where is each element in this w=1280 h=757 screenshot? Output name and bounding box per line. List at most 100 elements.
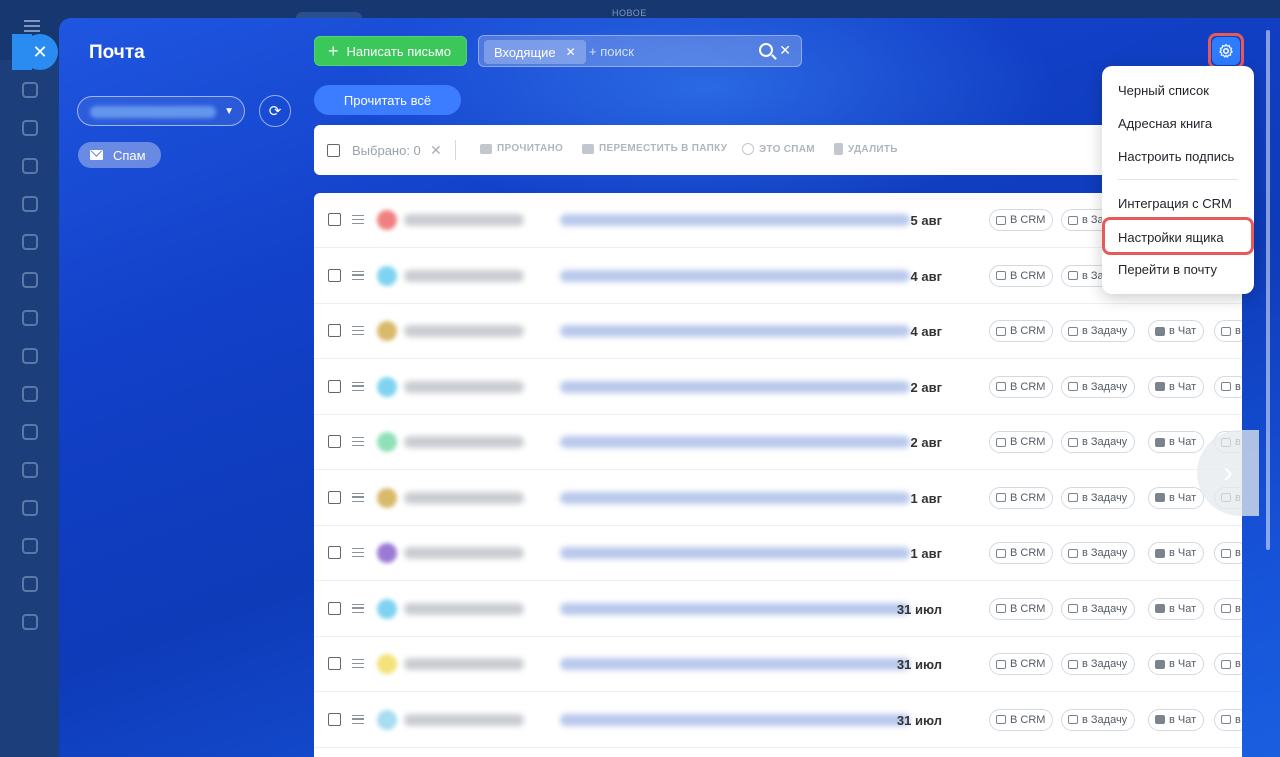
to-task-label: в Задачу [1082,602,1128,615]
to-crm-button[interactable]: В CRM [989,320,1054,342]
scrollbar[interactable] [1266,30,1270,550]
to-chat-button[interactable]: в Чат [1148,320,1205,342]
clear-selection-icon[interactable]: ✕ [430,142,442,159]
to-crm-button[interactable]: В CRM [989,209,1054,231]
to-crm-button[interactable]: В CRM [989,542,1054,564]
settings-button[interactable] [1212,37,1240,65]
to-chat-label: в Чат [1169,325,1197,337]
to-task-button[interactable]: в Задачу [1061,431,1136,453]
table-row[interactable]: 1 авгВ CRMв Задачув Чатв [314,471,1242,526]
folder-spam[interactable]: Спам [78,142,161,168]
to-task-label: в Задачу [1082,491,1128,504]
table-row[interactable]: 31 июл В CRM в Задачу в Чат в [314,582,1242,637]
more-action-button[interactable]: в [1214,708,1242,731]
menu-item-signature[interactable]: Настроить подпись [1118,149,1234,164]
row-checkbox[interactable] [328,324,341,337]
drag-handle-icon[interactable] [352,603,364,613]
drag-handle-icon[interactable] [352,326,364,335]
search-input[interactable]: + поиск [589,44,634,59]
close-icon[interactable]: ✕ [566,45,576,59]
task-icon [1068,271,1078,280]
refresh-button[interactable]: ⟳ [259,95,291,127]
table-row[interactable]: 31 июл В CRM в Задачу в Чат в [314,637,1242,692]
to-crm-button[interactable]: В CRM [989,486,1054,509]
menu-item-go-to-mail[interactable]: Перейти в почту [1118,262,1217,277]
more-action-label: в [1235,325,1241,337]
to-task-button[interactable]: в Задачу [1061,597,1136,620]
search-icon[interactable] [759,43,773,57]
to-chat-button[interactable]: в Чат [1148,708,1205,731]
delete-label: УДАЛИТЬ [848,143,898,155]
drag-handle-icon[interactable] [352,659,364,668]
to-chat-button[interactable]: в Чат [1148,542,1205,564]
row-checkbox[interactable] [328,657,341,670]
drag-handle-icon[interactable] [352,548,364,557]
compose-button[interactable]: + Написать письмо [314,36,467,66]
row-checkbox[interactable] [328,435,341,448]
search-box[interactable]: Входящие ✕ + поиск ✕ [478,35,802,67]
to-chat-button[interactable]: в Чат [1148,597,1205,620]
move-to-folder-action[interactable]: ПЕРЕМЕСТИТЬ В ПАПКУ [582,143,727,154]
more-action-label: в [1235,380,1241,393]
to-chat-button[interactable]: в Чат [1148,653,1205,675]
row-checkbox[interactable] [328,268,341,282]
menu-item-crm-integration[interactable]: Интеграция с CRM [1118,196,1232,211]
to-crm-button[interactable]: В CRM [989,264,1054,287]
filter-chip-inbox[interactable]: Входящие ✕ [484,40,586,64]
sender-blurred [404,436,524,448]
to-crm-button[interactable]: В CRM [989,431,1054,453]
table-row[interactable]: 31 июл В CRM в Задачу в Чат в [314,693,1242,748]
to-task-button[interactable]: в Задачу [1061,708,1136,731]
to-chat-button[interactable]: в Чат [1148,486,1205,509]
subject-blurred [560,713,910,726]
mark-spam-action[interactable]: ЭТО СПАМ [742,143,815,155]
table-row[interactable]: 4 авг В CRM в Задачу в Чат в [314,304,1242,359]
menu-item-blacklist[interactable]: Черный список [1118,83,1209,98]
to-crm-button[interactable]: В CRM [989,653,1054,675]
to-crm-button[interactable]: В CRM [989,375,1054,398]
delete-action[interactable]: УДАЛИТЬ [834,143,898,155]
more-action-button[interactable]: в [1214,375,1242,398]
to-crm-button[interactable]: В CRM [989,597,1054,620]
read-all-button[interactable]: Прочитать всё [314,85,461,115]
table-row[interactable]: 2 авгВ CRMв Задачув Чатв [314,360,1242,415]
mark-read-action[interactable]: ПРОЧИТАНО [480,143,563,154]
more-action-button[interactable]: в [1214,542,1242,564]
row-checkbox[interactable] [328,213,341,226]
more-action-button[interactable]: в [1214,653,1242,675]
more-action-button[interactable]: в [1214,320,1242,342]
to-chat-label: в Чат [1169,491,1197,504]
row-checkbox[interactable] [328,601,341,615]
menu-item-address-book[interactable]: Адресная книга [1118,116,1212,131]
drag-handle-icon[interactable] [352,714,364,724]
clear-search-icon[interactable]: ✕ [779,42,791,59]
close-panel-button[interactable]: ✕ [12,34,58,70]
to-task-label: в Задачу [1082,325,1128,337]
to-chat-button[interactable]: в Чат [1148,375,1205,398]
to-task-button[interactable]: в Задачу [1061,375,1136,398]
table-row[interactable]: 1 авгВ CRMв Задачув Чатв [314,526,1242,581]
to-task-button[interactable]: в Задачу [1061,653,1136,675]
row-checkbox[interactable] [328,546,341,559]
drag-handle-icon[interactable] [352,381,364,391]
drag-handle-icon[interactable] [352,492,364,502]
mailbox-select[interactable]: ▼ [77,96,245,126]
row-checkbox[interactable] [328,712,341,726]
more-action-button[interactable]: в [1214,597,1242,620]
to-task-button[interactable]: в Задачу [1061,542,1136,564]
row-checkbox[interactable] [328,379,341,393]
select-all-checkbox[interactable] [327,144,340,157]
to-task-button[interactable]: в Задачу [1061,320,1136,342]
to-task-button[interactable]: в Задачу [1061,486,1136,509]
compose-label: Написать письмо [346,43,451,59]
avatar [377,543,397,563]
drag-handle-icon[interactable] [352,437,364,446]
drag-handle-icon[interactable] [352,270,364,280]
table-row[interactable]: 2 авгВ CRMв Задачув Чатв [314,415,1242,470]
row-checkbox[interactable] [328,490,341,504]
drag-handle-icon[interactable] [352,215,364,224]
avatar [377,432,397,452]
to-crm-button[interactable]: В CRM [989,708,1054,731]
to-chat-label: в Чат [1169,547,1197,559]
to-chat-button[interactable]: в Чат [1148,431,1205,453]
